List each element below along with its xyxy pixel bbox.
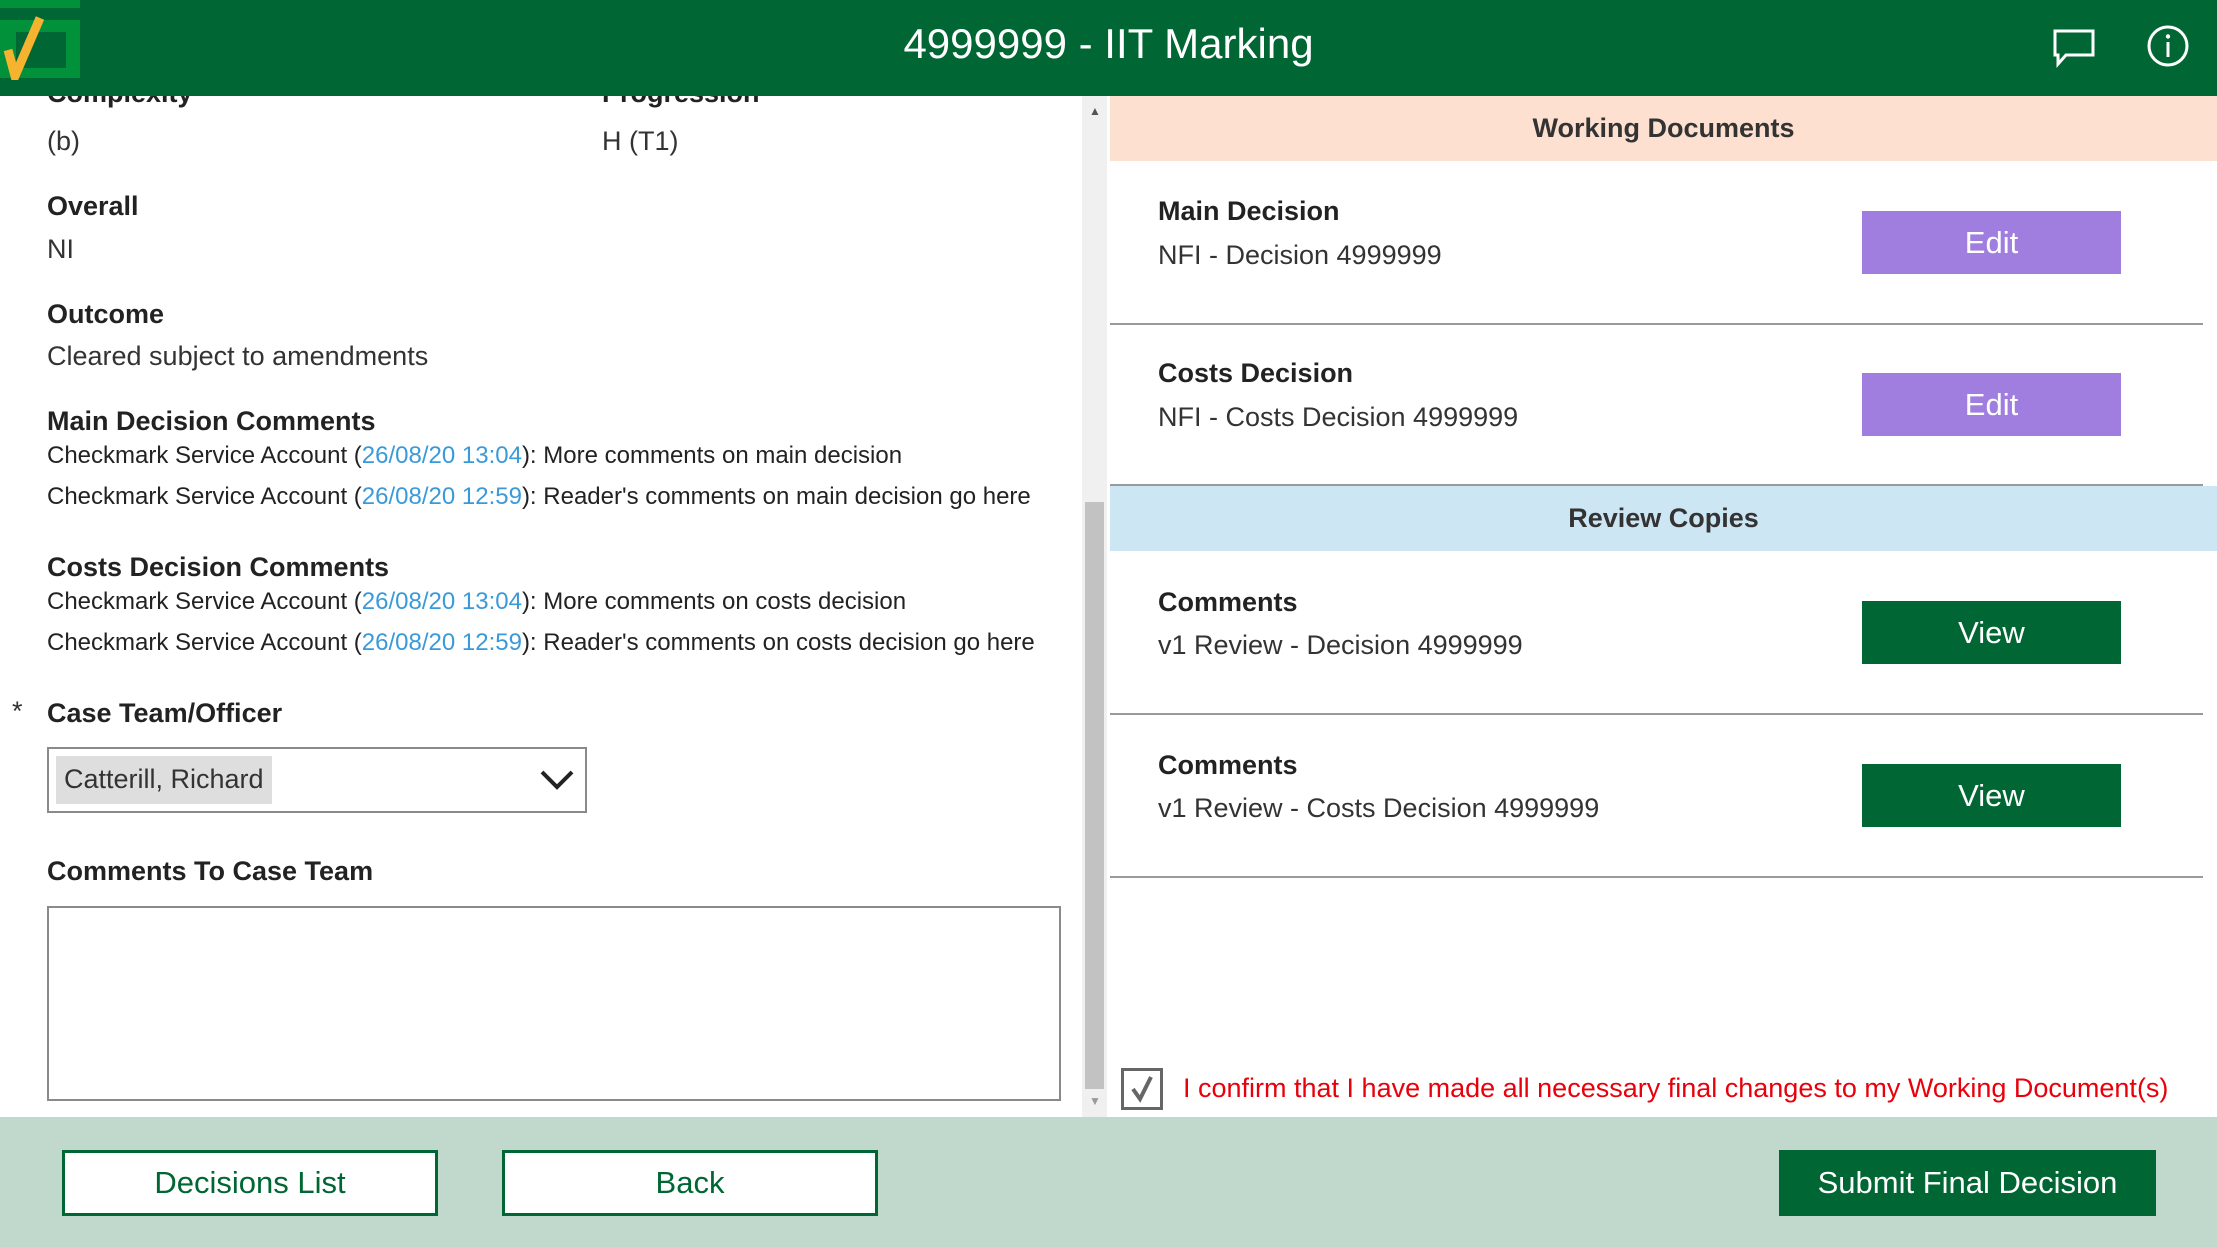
comment-text: ): More comments on main decision — [521, 442, 903, 469]
divider — [1110, 323, 2203, 325]
doc-name: NFI - Costs Decision 4999999 — [1158, 402, 1519, 432]
main-comments-label: Main Decision Comments — [47, 406, 376, 436]
costs-comments-label: Costs Decision Comments — [47, 552, 390, 582]
comment-text: ): Reader's comments on main decision go… — [521, 483, 1031, 510]
review-doc-name: v1 Review - Decision 4999999 — [1158, 630, 1523, 660]
comment-author: Checkmark Service Account ( — [47, 483, 362, 510]
details-panel: Complexity (b) Progression H (T1) Overal… — [0, 96, 1082, 1117]
comment-icon[interactable] — [2052, 28, 2096, 68]
comment-timestamp: 26/08/20 13:04 — [361, 442, 522, 469]
comment-timestamp: 26/08/20 12:59 — [361, 629, 522, 656]
review-copies-header: Review Copies — [1110, 486, 2217, 551]
complexity-value: (b) — [47, 126, 80, 156]
required-marker: * — [12, 696, 23, 726]
comment-line: Checkmark Service Account (26/08/20 12:5… — [47, 629, 1035, 657]
info-icon[interactable] — [2146, 24, 2190, 68]
left-scrollbar[interactable]: ▲ ▼ — [1082, 96, 1107, 1117]
comment-timestamp: 26/08/20 12:59 — [361, 483, 522, 510]
comment-author: Checkmark Service Account ( — [47, 629, 362, 656]
doc-title: Main Decision — [1158, 196, 1340, 226]
app-header: 4999999 - IIT Marking — [0, 0, 2217, 96]
outcome-label: Outcome — [47, 299, 165, 329]
scroll-up-arrow[interactable]: ▲ — [1089, 104, 1101, 118]
view-costs-review-button[interactable]: View — [1862, 764, 2121, 827]
comment-text: ): Reader's comments on costs decision g… — [521, 629, 1035, 656]
comments-to-team-label: Comments To Case Team — [47, 856, 374, 886]
progression-value: H (T1) — [602, 126, 679, 156]
comment-author: Checkmark Service Account ( — [47, 442, 362, 469]
case-team-selected: Catterill, Richard — [56, 756, 272, 804]
comment-timestamp: 26/08/20 13:04 — [361, 588, 522, 615]
comment-line: Checkmark Service Account (26/08/20 13:0… — [47, 588, 906, 616]
view-decision-review-button[interactable]: View — [1862, 601, 2121, 664]
case-team-label: Case Team/Officer — [47, 698, 283, 728]
divider — [1110, 713, 2203, 715]
edit-main-decision-button[interactable]: Edit — [1862, 211, 2121, 274]
case-team-dropdown[interactable]: Catterill, Richard — [47, 747, 587, 813]
submit-final-decision-button[interactable]: Submit Final Decision — [1779, 1150, 2156, 1216]
comments-to-team-input[interactable] — [47, 906, 1061, 1101]
comment-text: ): More comments on costs decision — [521, 588, 907, 615]
scroll-down-arrow[interactable]: ▼ — [1089, 1094, 1101, 1108]
back-button[interactable]: Back — [502, 1150, 878, 1216]
comment-line: Checkmark Service Account (26/08/20 12:5… — [47, 483, 1031, 511]
comment-author: Checkmark Service Account ( — [47, 588, 362, 615]
overall-value: NI — [47, 234, 74, 264]
overall-label: Overall — [47, 191, 139, 221]
divider — [1110, 876, 2203, 878]
checkmark-icon — [1131, 1076, 1153, 1103]
edit-costs-decision-button[interactable]: Edit — [1862, 373, 2121, 436]
outcome-value: Cleared subject to amendments — [47, 341, 429, 371]
scrollbar-thumb[interactable] — [1085, 502, 1104, 1089]
review-doc-name: v1 Review - Costs Decision 4999999 — [1158, 793, 1600, 823]
confirm-checkbox[interactable] — [1121, 1068, 1163, 1110]
decisions-list-button[interactable]: Decisions List — [62, 1150, 438, 1216]
doc-title: Costs Decision — [1158, 358, 1354, 388]
complexity-label: Complexity — [47, 96, 193, 109]
comment-line: Checkmark Service Account (26/08/20 13:0… — [47, 442, 902, 470]
review-title: Comments — [1158, 587, 1298, 617]
chevron-down-icon — [539, 767, 575, 798]
review-title: Comments — [1158, 750, 1298, 780]
confirm-text[interactable]: I confirm that I have made all necessary… — [1183, 1073, 2168, 1104]
progression-label: Progression — [602, 96, 760, 109]
working-documents-header: Working Documents — [1110, 96, 2217, 161]
page-title: 4999999 - IIT Marking — [903, 20, 1314, 67]
doc-name: NFI - Decision 4999999 — [1158, 240, 1442, 270]
